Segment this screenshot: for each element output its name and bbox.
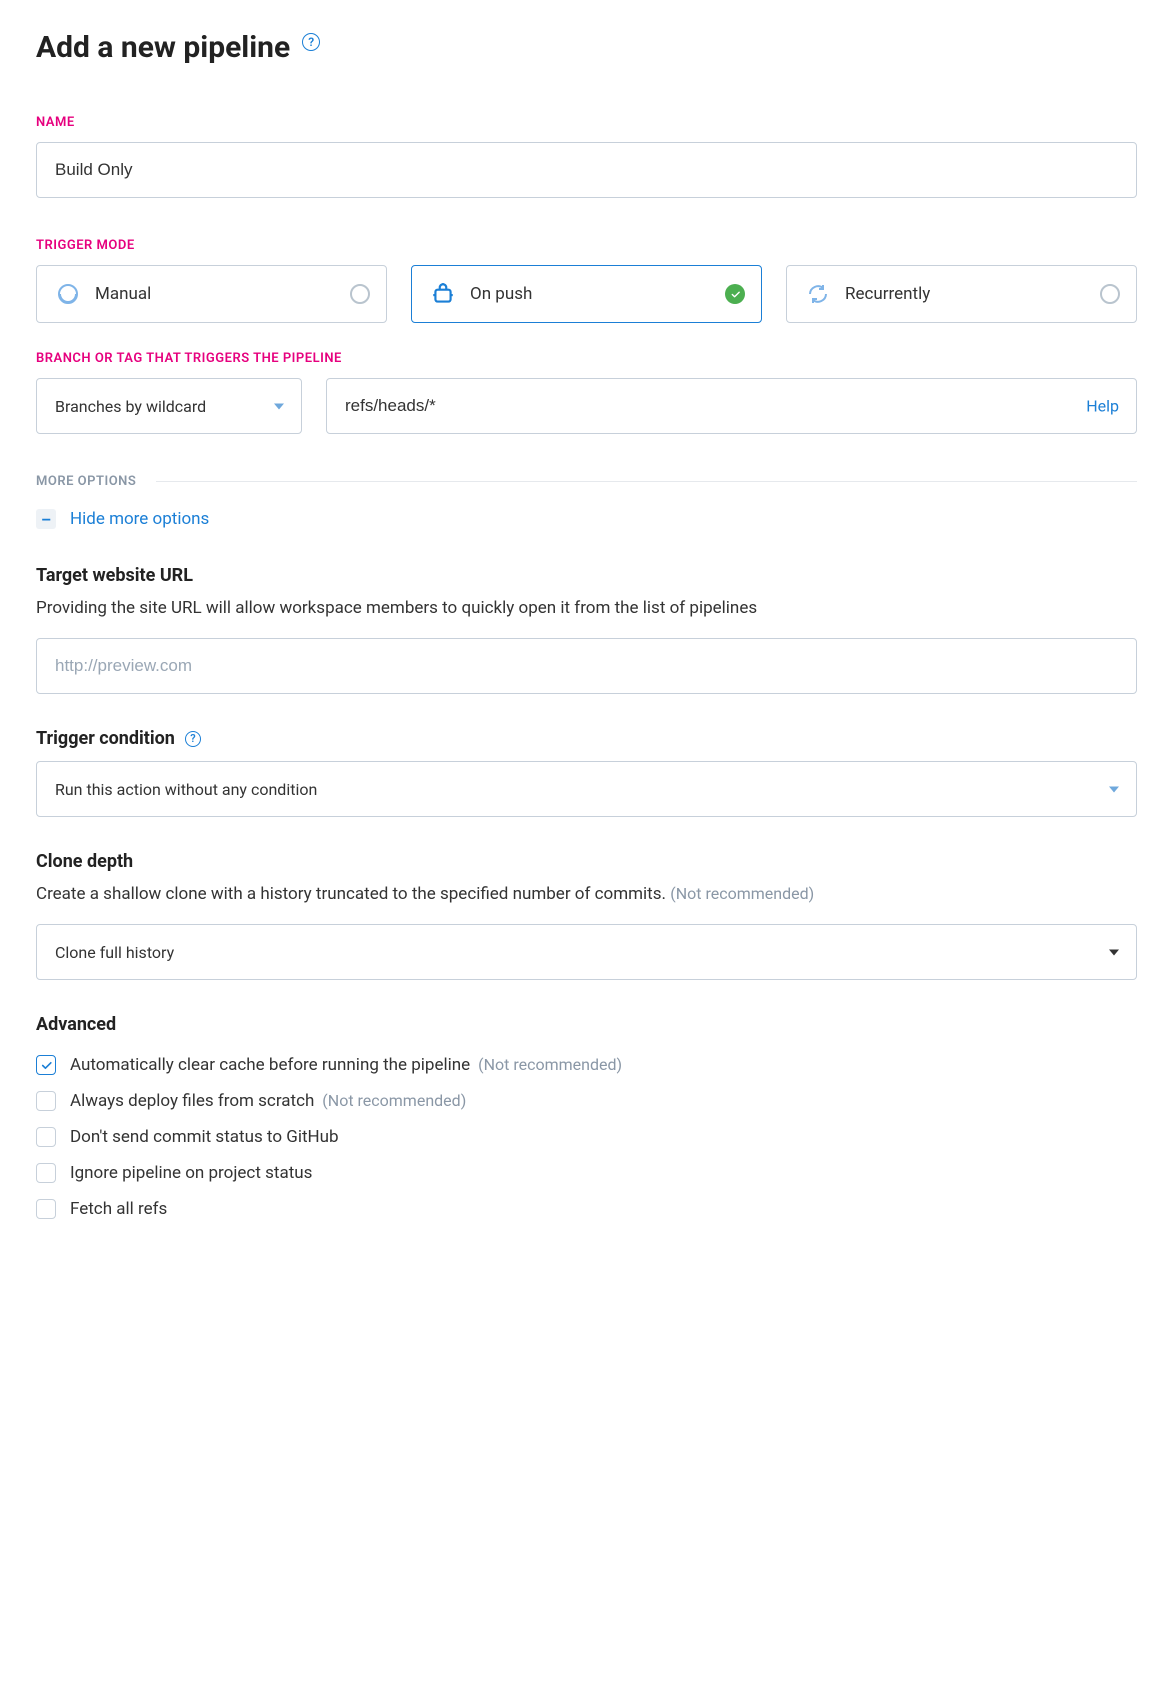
trigger-option-onpush[interactable]: On push [411, 265, 762, 323]
advanced-heading: Advanced [36, 1014, 1137, 1035]
trigger-manual-label: Manual [95, 284, 151, 304]
advanced-option-1[interactable]: Always deploy files from scratch (Not re… [36, 1091, 1137, 1111]
advanced-option-label: Automatically clear cache before running… [70, 1055, 622, 1075]
advanced-option-note: (Not recommended) [474, 1055, 622, 1074]
help-icon[interactable]: ? [302, 33, 320, 51]
advanced-option-label: Fetch all refs [70, 1199, 167, 1219]
recurrently-icon [805, 281, 831, 307]
advanced-option-label: Ignore pipeline on project status [70, 1163, 312, 1183]
trigger-condition-value: Run this action without any condition [55, 780, 317, 799]
clone-depth-select[interactable]: Clone full history [36, 924, 1137, 980]
clone-depth-desc: Create a shallow clone with a history tr… [36, 884, 1137, 904]
branch-help-link[interactable]: Help [1086, 397, 1119, 416]
trigger-option-manual[interactable]: Manual [36, 265, 387, 323]
advanced-option-4[interactable]: Fetch all refs [36, 1199, 1137, 1219]
trigger-recurrently-label: Recurrently [845, 284, 930, 304]
minus-icon: – [36, 509, 56, 529]
trigger-condition-select[interactable]: Run this action without any condition [36, 761, 1137, 817]
checkbox-icon [36, 1163, 56, 1183]
name-input[interactable] [36, 142, 1137, 198]
advanced-option-2[interactable]: Don't send commit status to GitHub [36, 1127, 1137, 1147]
target-url-input[interactable] [36, 638, 1137, 694]
page-title: Add a new pipeline [36, 30, 290, 65]
branch-type-select[interactable]: Branches by wildcard [36, 378, 302, 434]
trigger-option-recurrently[interactable]: Recurrently [786, 265, 1137, 323]
clone-depth-heading: Clone depth [36, 851, 1137, 872]
advanced-option-note: (Not recommended) [318, 1091, 466, 1110]
clone-depth-value: Clone full history [55, 943, 174, 962]
advanced-option-3[interactable]: Ignore pipeline on project status [36, 1163, 1137, 1183]
checkbox-icon [36, 1199, 56, 1219]
radio-checked-icon [725, 284, 745, 304]
target-url-desc: Providing the site URL will allow worksp… [36, 598, 1137, 618]
checkbox-icon [36, 1127, 56, 1147]
onpush-icon [430, 281, 456, 307]
advanced-option-label: Don't send commit status to GitHub [70, 1127, 339, 1147]
checkbox-icon [36, 1055, 56, 1075]
trigger-mode-label: TRIGGER MODE [36, 238, 1137, 253]
checkbox-icon [36, 1091, 56, 1111]
advanced-option-label: Always deploy files from scratch (Not re… [70, 1091, 466, 1111]
name-label: NAME [36, 115, 1137, 130]
hide-more-options-label: Hide more options [70, 509, 209, 529]
chevron-down-icon [273, 397, 285, 416]
hide-more-options-toggle[interactable]: – Hide more options [36, 509, 1137, 529]
chevron-down-icon [1108, 943, 1120, 962]
radio-unchecked-icon [1100, 284, 1120, 304]
chevron-down-icon [1108, 780, 1120, 799]
manual-icon [55, 281, 81, 307]
help-icon[interactable]: ? [185, 731, 201, 747]
more-options-label: MORE OPTIONS [36, 474, 136, 489]
advanced-option-0[interactable]: Automatically clear cache before running… [36, 1055, 1137, 1075]
branch-type-value: Branches by wildcard [55, 397, 206, 416]
branch-label: BRANCH OR TAG THAT TRIGGERS THE PIPELINE [36, 351, 1137, 366]
target-url-heading: Target website URL [36, 565, 1137, 586]
branch-pattern-input[interactable] [326, 378, 1137, 434]
divider [156, 481, 1137, 482]
trigger-condition-heading: Trigger condition ? [36, 728, 1137, 749]
trigger-onpush-label: On push [470, 284, 532, 304]
radio-unchecked-icon [350, 284, 370, 304]
